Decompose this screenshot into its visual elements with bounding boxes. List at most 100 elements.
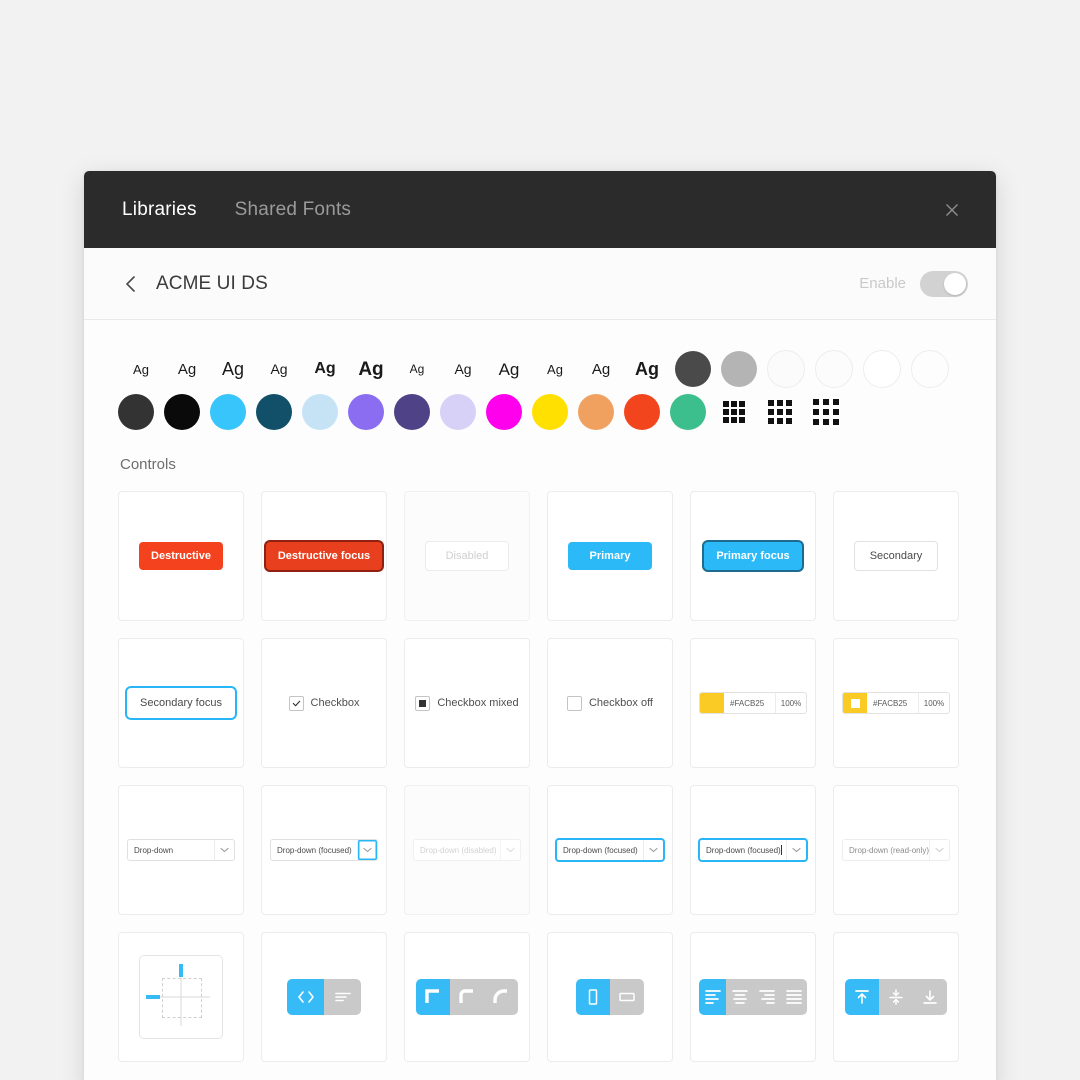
type-sample-5[interactable]: Ag (348, 360, 394, 379)
type-sample-0[interactable]: Ag (118, 363, 164, 376)
button-destructive-focus[interactable]: Destructive focus (265, 542, 383, 570)
close-icon[interactable] (938, 196, 966, 224)
vertical-align-option-2[interactable] (913, 979, 947, 1015)
button-secondary-focus[interactable]: Secondary focus (127, 688, 235, 718)
tone-circle-4[interactable] (863, 350, 901, 388)
control-cell: Secondary focus (118, 638, 244, 768)
orientation-toggle-option-0[interactable] (576, 979, 610, 1015)
type-sample-9[interactable]: Ag (532, 363, 578, 376)
palette-swatch-8[interactable] (486, 394, 522, 430)
grid-dots-medium-icon[interactable] (762, 394, 798, 430)
button-secondary[interactable]: Secondary (854, 541, 938, 571)
tone-circle-0[interactable] (675, 351, 711, 387)
color-opacity-value[interactable]: 100% (919, 693, 949, 713)
dropdown-label: Drop-down (disabled) (420, 845, 497, 855)
palette-swatch-10[interactable] (578, 394, 614, 430)
dropdown-text-focus[interactable]: Drop-down (focused) (699, 839, 807, 861)
vertical-align-option-0[interactable] (845, 979, 879, 1015)
button-destructive[interactable]: Destructive (139, 542, 223, 570)
color-hex-value[interactable]: #FACB25 (724, 693, 776, 713)
type-sample-7[interactable]: Ag (440, 362, 486, 376)
spacing-marker-left[interactable] (146, 995, 160, 999)
palette-swatch-4[interactable] (302, 394, 338, 430)
type-sample-11[interactable]: Ag (624, 360, 670, 378)
dropdown-readonly[interactable]: Drop-down (read-only) (842, 839, 950, 861)
color-field-with-inner[interactable]: #FACB25 100% (842, 692, 950, 714)
button-primary-focus[interactable]: Primary focus (704, 542, 802, 570)
palette-swatch-12[interactable] (670, 394, 706, 430)
text-align-option-2[interactable] (753, 979, 780, 1015)
enable-toggle-group: Enable (859, 270, 968, 297)
control-cell: Drop-down (focused) (261, 785, 387, 915)
chevron-down-icon[interactable] (357, 840, 377, 860)
vertical-align-option-1[interactable] (879, 979, 913, 1015)
tab-libraries[interactable]: Libraries (122, 199, 197, 221)
orientation-toggle-icon[interactable] (576, 979, 644, 1015)
control-cell: Destructive focus (261, 491, 387, 621)
text-align-option-3[interactable] (780, 979, 807, 1015)
type-sample-2[interactable]: Ag (210, 360, 256, 378)
control-cell: Drop-down (focused) (690, 785, 816, 915)
button-primary[interactable]: Primary (568, 542, 652, 570)
corner-radius-option-1[interactable] (450, 979, 484, 1015)
dropdown-full-focus[interactable]: Drop-down (focused) (556, 839, 664, 861)
control-cell: Drop-down (118, 785, 244, 915)
checkbox-off[interactable]: Checkbox off (566, 695, 653, 711)
checkbox-checked[interactable]: Checkbox (288, 695, 359, 711)
type-sample-8[interactable]: Ag (486, 361, 532, 378)
text-align-icon[interactable] (699, 979, 807, 1015)
checkbox-mixed[interactable]: Checkbox mixed (415, 695, 519, 711)
corner-radius-icon[interactable] (416, 979, 518, 1015)
dropdown-default[interactable]: Drop-down (127, 839, 235, 861)
grid-dots-wide-icon[interactable] (808, 394, 844, 430)
code-text-toggle-option-1[interactable] (324, 979, 361, 1015)
color-swatch[interactable] (700, 693, 724, 713)
type-sample-4[interactable]: Ag (302, 361, 348, 377)
spacing-marker-top[interactable] (179, 964, 183, 977)
tone-circle-2[interactable] (767, 350, 805, 388)
chevron-left-icon[interactable] (118, 271, 144, 297)
chevron-down-icon[interactable] (786, 840, 806, 860)
spacing-padding-icon[interactable] (139, 955, 223, 1039)
palette-swatch-1[interactable] (164, 394, 200, 430)
corner-radius-option-0[interactable] (416, 979, 450, 1015)
color-field[interactable]: #FACB25 100% (699, 692, 807, 714)
tone-circle-1[interactable] (721, 351, 757, 387)
palette-swatch-2[interactable] (210, 394, 246, 430)
color-swatch[interactable] (843, 693, 867, 713)
palette-swatch-7[interactable] (440, 394, 476, 430)
vertical-align-icon[interactable] (845, 979, 947, 1015)
enable-toggle[interactable] (920, 270, 968, 297)
palette-swatch-9[interactable] (532, 394, 568, 430)
controls-grid: Destructive Destructive focus Disabled Prim… (118, 491, 962, 1062)
palette-swatch-5[interactable] (348, 394, 384, 430)
orientation-toggle-option-1[interactable] (610, 979, 644, 1015)
color-opacity-value[interactable]: 100% (776, 693, 806, 713)
tone-circle-3[interactable] (815, 350, 853, 388)
tab-shared-fonts[interactable]: Shared Fonts (235, 199, 351, 221)
text-cursor (780, 845, 782, 855)
type-sample-6[interactable]: Ag (394, 363, 440, 375)
text-align-option-1[interactable] (726, 979, 753, 1015)
window-titlebar: Libraries Shared Fonts (84, 171, 996, 248)
type-sample-10[interactable]: Ag (578, 362, 624, 377)
type-sample-1[interactable]: Ag (164, 362, 210, 377)
text-align-option-0[interactable] (699, 979, 726, 1015)
palette-swatch-3[interactable] (256, 394, 292, 430)
code-text-toggle-option-0[interactable] (287, 979, 324, 1015)
palette-swatch-6[interactable] (394, 394, 430, 430)
color-hex-value[interactable]: #FACB25 (867, 693, 919, 713)
checkbox-box-icon (415, 695, 431, 711)
type-sample-3[interactable]: Ag (256, 362, 302, 376)
palette-swatch-11[interactable] (624, 394, 660, 430)
code-text-toggle-icon[interactable] (287, 979, 361, 1015)
chevron-down-icon[interactable] (500, 840, 520, 860)
corner-radius-option-2[interactable] (484, 979, 518, 1015)
tone-circle-5[interactable] (911, 350, 949, 388)
chevron-down-icon[interactable] (643, 840, 663, 860)
palette-swatch-0[interactable] (118, 394, 154, 430)
chevron-down-icon[interactable] (214, 840, 234, 860)
grid-dots-tight-icon[interactable] (716, 394, 752, 430)
dropdown-arrow-focus[interactable]: Drop-down (focused) (270, 839, 378, 861)
chevron-down-icon[interactable] (929, 840, 949, 860)
